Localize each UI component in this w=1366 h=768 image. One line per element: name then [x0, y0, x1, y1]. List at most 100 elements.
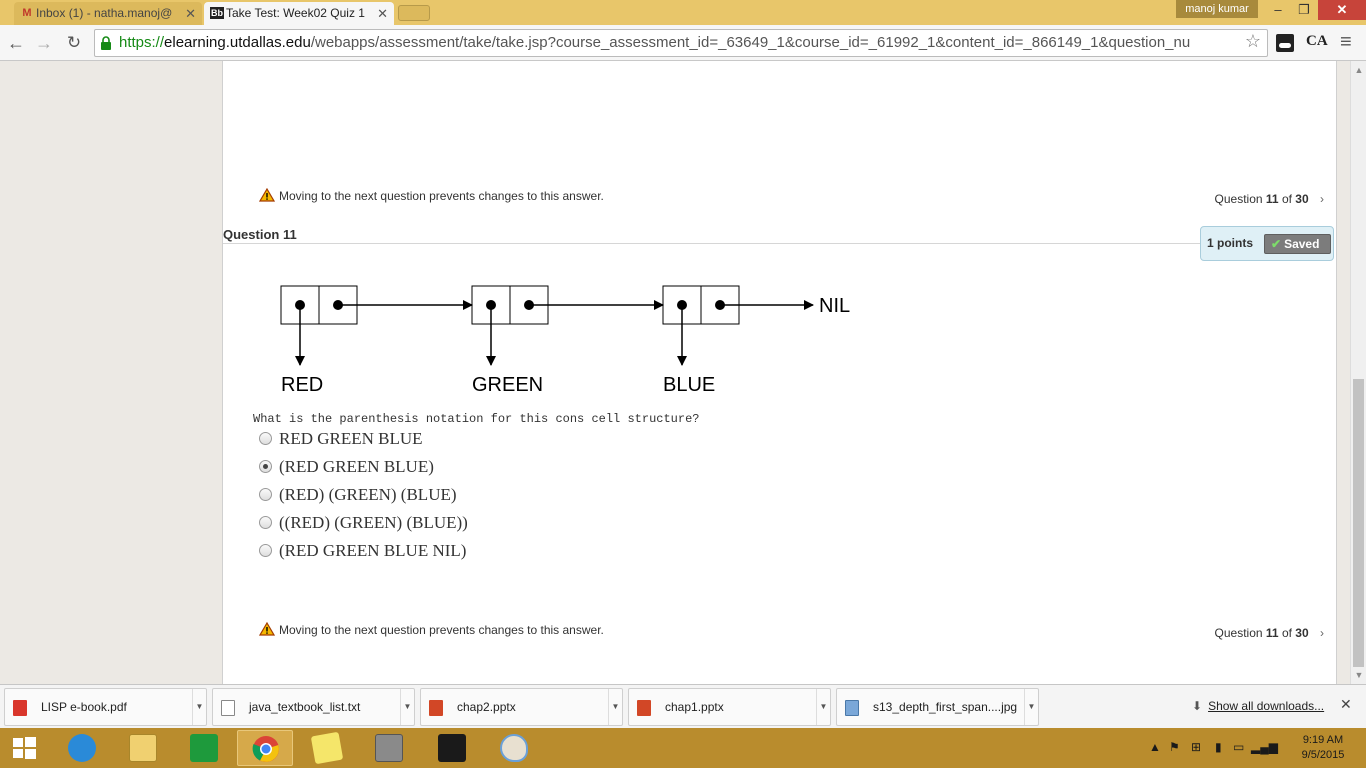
image-file-icon — [845, 700, 859, 716]
start-icon — [13, 737, 36, 759]
chevron-right-icon[interactable]: › — [1320, 192, 1324, 206]
warning-notice-bottom: Moving to the next question prevents cha… — [259, 621, 604, 639]
powerpoint-icon — [637, 700, 651, 716]
pdf-icon — [13, 700, 27, 716]
windows-taskbar: ▲ ⚑ ⊞ ▮ ▭ ▂▄▆ 🔈︎ 9:19 AM 9/5/2015 — [0, 728, 1366, 768]
warning-text: Moving to the next question prevents cha… — [279, 623, 604, 637]
radio-button[interactable] — [259, 432, 272, 445]
divider — [223, 243, 1213, 244]
taskbar-app[interactable] — [486, 730, 542, 766]
tab-label: Take Test: Week02 Quiz 1 — [226, 6, 365, 20]
radio-button[interactable] — [259, 488, 272, 501]
chevron-right-icon[interactable]: › — [1320, 626, 1324, 640]
question-nav-bottom[interactable]: Question 11 of 30 › — [1215, 624, 1324, 642]
store-icon — [190, 734, 218, 762]
url-text[interactable]: https://elearning.utdallas.edu/webapps/a… — [119, 30, 1239, 56]
file-explorer-icon — [129, 734, 157, 762]
scroll-up-arrow-icon[interactable]: ▲ — [1351, 65, 1366, 75]
new-tab-button[interactable] — [398, 5, 430, 21]
hamburger-menu-icon[interactable]: ≡ — [1340, 31, 1352, 54]
scroll-down-arrow-icon[interactable]: ▼ — [1351, 670, 1366, 680]
start-button[interactable] — [0, 730, 56, 766]
show-hidden-icons-icon[interactable]: ▲ — [1149, 740, 1161, 754]
points-status-box: 1 points ✔ Saved — [1200, 226, 1334, 261]
powerpoint-icon — [429, 700, 443, 716]
browser-title-bar: M Inbox (1) - natha.manoj@ ✕ Bb Take Tes… — [0, 0, 1366, 25]
answer-option-label[interactable]: (RED GREEN BLUE NIL) — [279, 541, 466, 561]
back-button[interactable]: ← — [4, 31, 28, 55]
address-bar[interactable]: https://elearning.utdallas.edu/webapps/a… — [94, 29, 1268, 57]
internet-explorer-icon — [68, 734, 96, 762]
taskbar-app[interactable] — [115, 730, 171, 766]
saved-status-badge: ✔ Saved — [1264, 234, 1331, 254]
scrollbar-thumb[interactable] — [1353, 379, 1364, 667]
minimize-button[interactable]: – — [1266, 0, 1290, 20]
taskbar-app[interactable] — [176, 730, 232, 766]
radio-button[interactable] — [259, 516, 272, 529]
answer-option-label[interactable]: (RED GREEN BLUE) — [279, 457, 434, 477]
radio-button[interactable] — [259, 460, 272, 473]
download-item[interactable]: java_textbook_list.txt ▼ — [212, 688, 415, 726]
taskbar-app[interactable] — [361, 730, 417, 766]
forward-button[interactable]: → — [32, 31, 56, 55]
app-icon — [375, 734, 403, 762]
system-clock[interactable]: 9:19 AM 9/5/2015 — [1290, 733, 1356, 763]
clock-date: 9/5/2015 — [1301, 749, 1345, 761]
warning-notice-top: Moving to the next question prevents cha… — [259, 187, 604, 205]
tab-label: Inbox (1) - natha.manoj@ — [36, 6, 173, 20]
download-filename: s13_depth_first_span....jpg — [873, 700, 1018, 714]
assessment-content: Moving to the next question prevents cha… — [222, 61, 1337, 684]
menorah-app-icon — [438, 734, 466, 762]
battery-icon[interactable]: ▮ — [1215, 740, 1222, 754]
taskbar-app[interactable] — [299, 730, 355, 766]
gmail-icon: M — [22, 7, 32, 19]
flag-icon[interactable]: ⚑ — [1169, 740, 1180, 754]
answer-option-label[interactable]: ((RED) (GREEN) (BLUE)) — [279, 513, 468, 533]
download-item[interactable]: chap1.pptx ▼ — [628, 688, 831, 726]
car-label-2: GREEN — [472, 374, 543, 396]
close-icon[interactable]: ✕ — [185, 2, 196, 25]
answer-option-label[interactable]: (RED) (GREEN) (BLUE) — [279, 485, 457, 505]
question-nav-top[interactable]: Question 11 of 30 › — [1215, 190, 1324, 208]
profile-name-badge[interactable]: manoj kumar — [1176, 0, 1258, 18]
question-text: What is the parenthesis notation for thi… — [253, 412, 700, 426]
page-scrollbar[interactable]: ▲ ▼ — [1350, 61, 1366, 684]
windows-icon[interactable]: ⊞ — [1191, 740, 1201, 754]
chevron-down-icon[interactable]: ▼ — [816, 689, 830, 725]
radio-button[interactable] — [259, 544, 272, 557]
tab-take-test[interactable]: Bb Take Test: Week02 Quiz 1 ✕ — [204, 2, 394, 25]
download-filename: LISP e-book.pdf — [41, 700, 127, 714]
taskbar-app[interactable] — [237, 730, 293, 766]
chevron-down-icon[interactable]: ▼ — [1024, 689, 1038, 725]
volume-icon[interactable]: 🔈︎ — [1273, 740, 1280, 755]
blackboard-icon: Bb — [210, 7, 224, 19]
text-file-icon — [221, 700, 235, 716]
download-item[interactable]: LISP e-book.pdf ▼ — [4, 688, 207, 726]
downloads-shelf: LISP e-book.pdf ▼ java_textbook_list.txt… — [0, 684, 1366, 728]
reload-button[interactable]: ↻ — [62, 31, 86, 55]
window-close-button[interactable]: ✕ — [1318, 0, 1366, 20]
download-filename: chap1.pptx — [665, 700, 724, 714]
taskbar-app[interactable] — [54, 730, 110, 766]
show-all-downloads-link[interactable]: ⬇ Show all downloads... — [1192, 699, 1324, 713]
download-filename: chap2.pptx — [457, 700, 516, 714]
chevron-down-icon[interactable]: ▼ — [400, 689, 414, 725]
download-item[interactable]: s13_depth_first_span....jpg ▼ — [836, 688, 1039, 726]
glasses-extension-icon[interactable] — [1276, 34, 1294, 52]
sticky-notes-icon — [310, 731, 344, 765]
answer-option-label[interactable]: RED GREEN BLUE — [279, 429, 423, 449]
display-icon[interactable]: ▭ — [1233, 740, 1244, 754]
bookmark-star-icon[interactable]: ☆ — [1245, 31, 1261, 52]
maximize-button[interactable]: ❐ — [1292, 0, 1316, 20]
tab-inbox[interactable]: M Inbox (1) - natha.manoj@ ✕ — [14, 2, 202, 25]
close-shelf-icon[interactable]: ✕ — [1340, 696, 1352, 713]
nil-label: NIL — [819, 295, 850, 317]
chevron-down-icon[interactable]: ▼ — [192, 689, 206, 725]
ca-extension-icon[interactable]: CA — [1306, 33, 1328, 50]
chevron-down-icon[interactable]: ▼ — [608, 689, 622, 725]
clock-time: 9:19 AM — [1302, 734, 1344, 746]
close-icon[interactable]: ✕ — [377, 2, 388, 25]
chrome-icon — [252, 736, 279, 762]
taskbar-app[interactable] — [424, 730, 480, 766]
download-item[interactable]: chap2.pptx ▼ — [420, 688, 623, 726]
